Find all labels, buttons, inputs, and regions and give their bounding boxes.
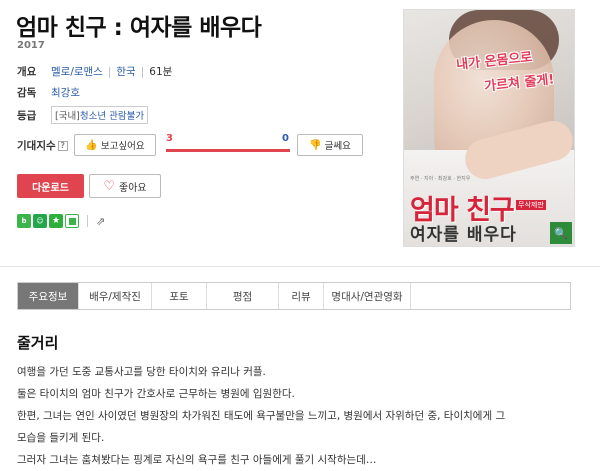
separator: | [140,65,145,78]
director-label: 감독 [17,87,37,99]
want-to-see-label: 보고싶어요 [100,141,145,152]
tab-photos[interactable]: 포토 [152,283,207,309]
poster-credits: 주연 · 지아 · 최강호 · 한지우 [410,176,471,182]
download-button[interactable]: 다운로드 [17,174,84,198]
movie-title: 엄마 친구 : 여자를 배우다 [16,15,262,41]
square-share-icon[interactable] [65,214,79,228]
genre-link[interactable]: 멜로/로맨스 [51,64,103,79]
tab-ratings[interactable]: 평점 [207,283,279,309]
synopsis-line: 한편, 그녀는 연인 사이였던 병원장의 차가워진 태도에 욕구불만을 느끼고,… [17,410,506,422]
synopsis-line: 둘은 타이치의 엄마 친구가 간호사로 근무하는 병원에 입원한다. [17,388,295,400]
rating-link: 청소년 관람불가 [79,111,145,122]
expectation-bar [166,149,290,152]
director-link[interactable]: 최강호 [51,85,80,100]
rating-region: [국내] [55,111,80,122]
runtime: 61분 [149,66,173,78]
not-sure-label: 글쎄요 [324,141,351,152]
country-link[interactable]: 한국 [116,64,135,79]
separator: | [107,65,112,78]
synopsis-line: 모습을 들키게 된다. [17,432,105,444]
director-row: 감독 최강호 [17,85,80,100]
like-label: 좋아요 [119,182,147,194]
tab-bar: 주요정보 배우/제작진 포토 평점 리뷰 명대사/연관영화 [17,282,571,310]
tab-empty [411,283,570,309]
tab-main-info[interactable]: 주요정보 [18,283,79,309]
blog-share-icon[interactable]: b [17,214,31,228]
movie-poster[interactable]: 내가 온몸으로 가르쳐 줄게! 주연 · 지아 · 최강호 · 한지우 엄마 친… [403,9,575,247]
section-divider [0,266,600,267]
tab-reviews[interactable]: 리뷰 [279,283,324,309]
overview-label: 개요 [17,66,37,78]
want-to-see-button[interactable]: 👍 보고싶어요 [74,134,156,156]
poster-subtitle: 여자를 배우다 [410,225,517,245]
overview-row: 개요 멜로/로맨스 | 한국 | 61분 [17,64,172,79]
synopsis-heading: 줄거리 [17,334,59,352]
synopsis-text: 여행을 가던 도중 교통사고를 당한 타이치와 유리나 커플. 둘은 타이치의 … [17,361,577,471]
rating-row: 등급 [국내]청소년 관람불가 [17,106,151,124]
rating-tag[interactable]: [국내]청소년 관람불가 [51,106,149,124]
bookmark-star-icon[interactable]: ★ [49,214,63,228]
tab-cast-crew[interactable]: 배우/제작진 [79,283,152,309]
expectation-label: 기대지수? [17,138,68,153]
synopsis-line: 여행을 가던 도중 교통사고를 당한 타이치와 유리나 커플. [17,366,266,378]
tab-quotes-related[interactable]: 명대사/연관영화 [324,283,411,309]
thumbs-down-icon: 👎 [309,139,322,151]
not-sure-button[interactable]: 👎 글쎄요 [297,134,363,156]
expectation-meter: 기대지수? 👍 보고싶어요 3 0 👎 글쎄요 [17,133,367,156]
rating-label: 등급 [17,109,37,122]
share-icon[interactable]: ⇗ [96,215,105,228]
poster-badge: 무삭제판 [516,200,546,210]
want-score: 3 [166,133,173,144]
like-button[interactable]: ♡ 좋아요 [89,174,161,198]
share-bar: b ☺ ★ ⇗ [17,214,105,228]
question-mark-icon[interactable]: ? [57,141,68,151]
meh-score: 0 [282,133,289,144]
divider [87,215,88,227]
heart-icon: ♡ [103,178,116,194]
synopsis-line: 그러자 그녀는 훔쳐봤다는 핑계로 자신의 욕구를 친구 아들에게 풀기 시작하… [17,454,377,466]
movie-year: 2017 [17,40,45,51]
cafe-share-icon[interactable]: ☺ [33,214,47,228]
expectation-bar-fill [166,149,290,152]
zoom-icon[interactable]: 🔍 [550,222,572,244]
thumbs-up-icon: 👍 [85,139,98,151]
